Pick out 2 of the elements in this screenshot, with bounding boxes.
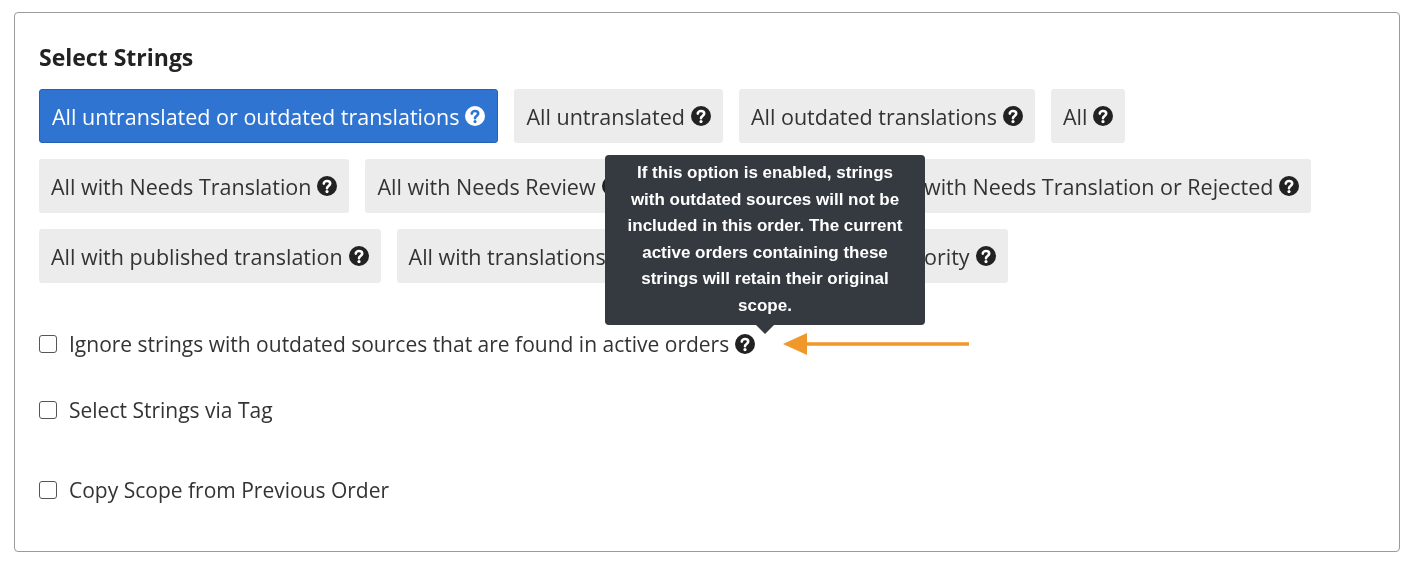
tooltip: If this option is enabled, strings with outdated sources will not be included in this order. The current active orders containing these strings will retain their original scope. xyxy=(605,155,925,334)
section-title: Select Strings xyxy=(39,41,194,73)
